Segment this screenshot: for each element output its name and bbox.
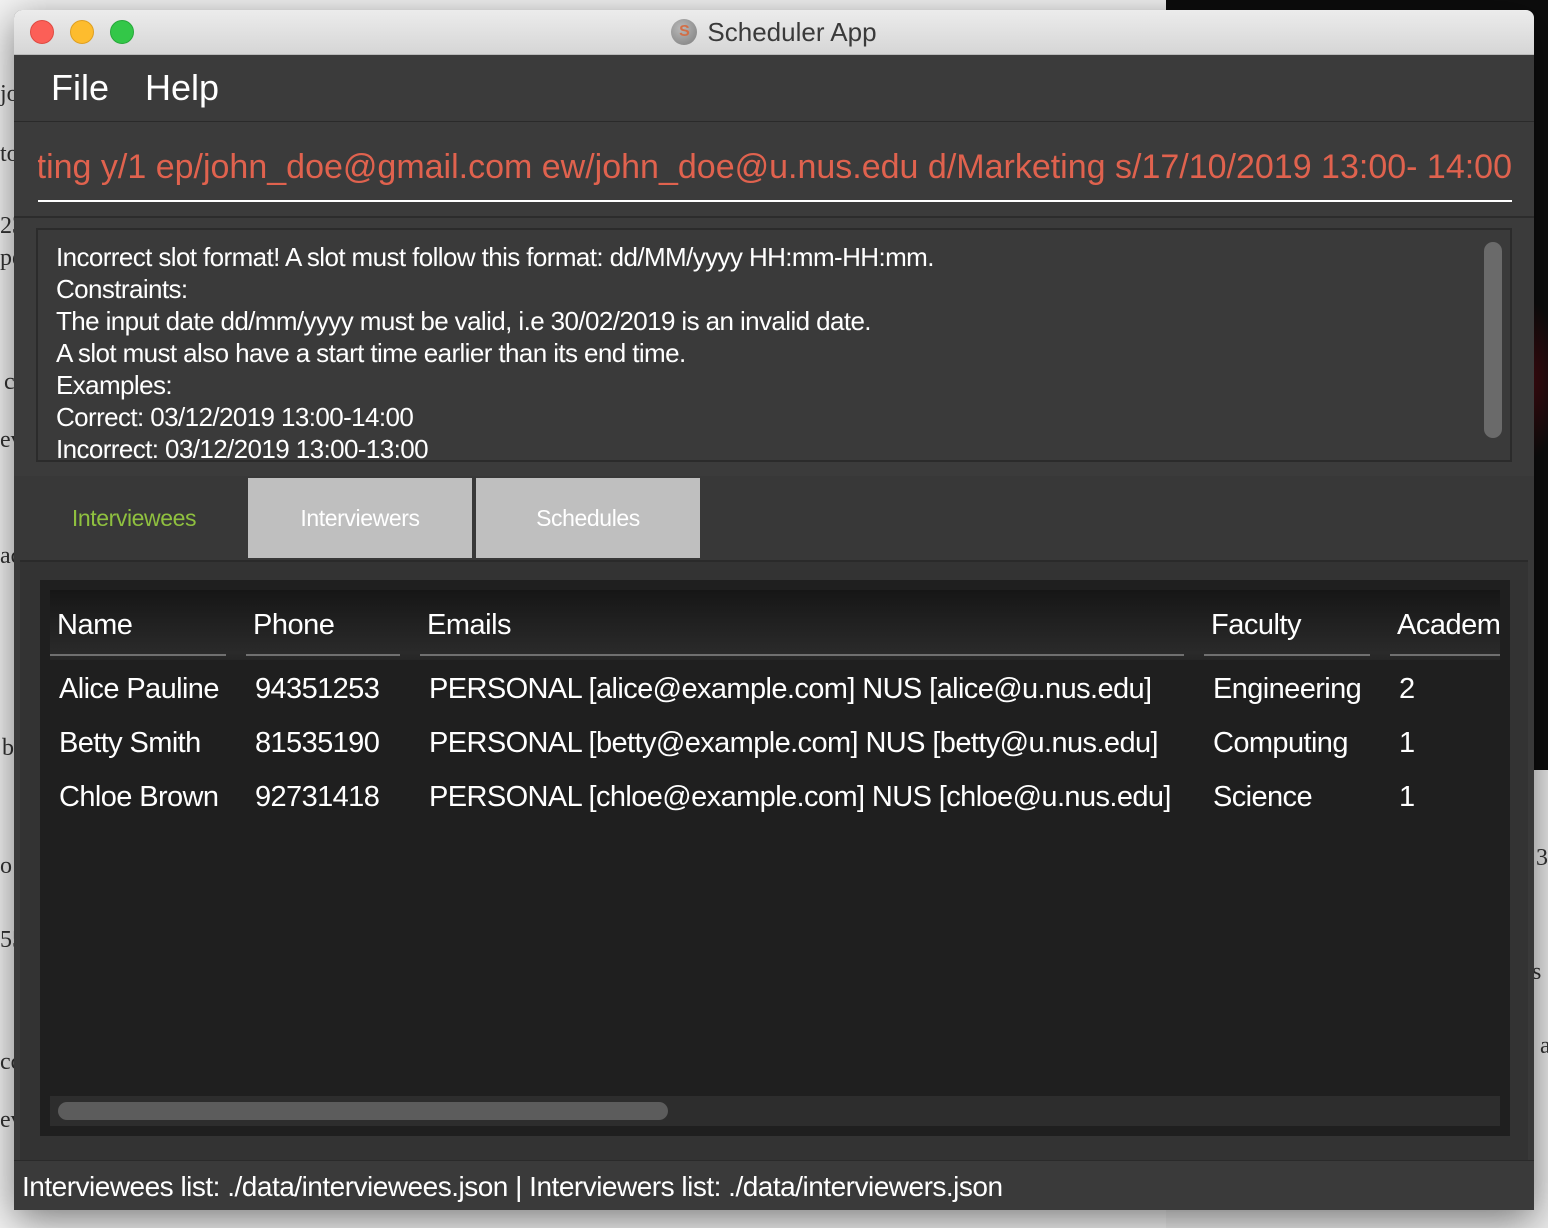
table-row[interactable]: Alice Pauline 94351253 PERSONAL [alice@e… bbox=[50, 662, 1500, 716]
title-bar[interactable]: S Scheduler App bbox=[14, 10, 1534, 55]
menu-file[interactable]: File bbox=[51, 67, 109, 109]
result-line: Incorrect slot format! A slot must follo… bbox=[56, 242, 934, 272]
bg-text-fragment: 3 bbox=[1536, 845, 1548, 871]
table-row[interactable]: Chloe Brown 92731418 PERSONAL [chloe@exa… bbox=[50, 770, 1500, 824]
result-line: Correct: 03/12/2019 13:00-14:00 bbox=[56, 402, 414, 432]
result-line: Constraints: bbox=[56, 274, 188, 304]
tab-bar: Interviewees Interviewers Schedules bbox=[14, 476, 1534, 560]
menu-bar: File Help bbox=[14, 55, 1534, 122]
result-line: A slot must also have a start time earli… bbox=[56, 338, 686, 368]
cell-phone: 81535190 bbox=[255, 727, 380, 759]
column-header-phone[interactable]: Phone bbox=[246, 590, 400, 656]
tab-schedules[interactable]: Schedules bbox=[476, 478, 700, 558]
cell-emails: PERSONAL [betty@example.com] NUS [betty@… bbox=[429, 727, 1159, 759]
command-input[interactable]: ting y/1 ep/john_doe@gmail.com ew/john_d… bbox=[38, 132, 1512, 202]
result-line: Examples: bbox=[56, 370, 173, 400]
cell-faculty: Science bbox=[1213, 781, 1313, 813]
tab-interviewers[interactable]: Interviewers bbox=[248, 478, 472, 558]
window-title: Scheduler App bbox=[707, 16, 877, 47]
column-header-academic-year[interactable]: Academ bbox=[1390, 590, 1500, 656]
command-input-text: ting y/1 ep/john_doe@gmail.com ew/john_d… bbox=[38, 148, 1512, 186]
cell-faculty: Computing bbox=[1213, 727, 1348, 759]
command-box-area: ting y/1 ep/john_doe@gmail.com ew/john_d… bbox=[14, 122, 1534, 218]
interviewees-table: Name Phone Emails Faculty Academ Alice P… bbox=[40, 580, 1510, 1136]
horizontal-scrollbar[interactable] bbox=[50, 1096, 1500, 1126]
interviewees-panel: Name Phone Emails Faculty Academ Alice P… bbox=[20, 560, 1528, 1160]
result-display[interactable]: Incorrect slot format! A slot must follo… bbox=[36, 228, 1512, 462]
app-icon: S bbox=[671, 19, 698, 45]
bg-text-fragment: b bbox=[2, 735, 14, 761]
cell-emails: PERSONAL [chloe@example.com] NUS [chloe@… bbox=[429, 781, 1171, 813]
cell-phone: 94351253 bbox=[255, 673, 380, 705]
cell-academic-year: 1 bbox=[1399, 727, 1415, 759]
column-header-name[interactable]: Name bbox=[50, 590, 226, 656]
result-display-area: Incorrect slot format! A slot must follo… bbox=[14, 218, 1534, 476]
cell-academic-year: 2 bbox=[1399, 673, 1415, 705]
title-group: S Scheduler App bbox=[14, 10, 1534, 54]
cell-emails: PERSONAL [alice@example.com] NUS [alice@… bbox=[429, 673, 1152, 705]
bg-text-fragment: o bbox=[0, 853, 12, 879]
column-header-emails[interactable]: Emails bbox=[420, 590, 1184, 656]
bg-text-fragment: a bbox=[1540, 1033, 1548, 1059]
app-window: S Scheduler App File Help ting y/1 ep/jo… bbox=[14, 10, 1534, 1210]
status-bar-text: Interviewees list: ./data/interviewees.j… bbox=[22, 1171, 1003, 1202]
menu-help[interactable]: Help bbox=[145, 67, 219, 109]
column-header-faculty[interactable]: Faculty bbox=[1204, 590, 1370, 656]
table-header: Name Phone Emails Faculty Academ bbox=[50, 590, 1500, 660]
cell-name: Alice Pauline bbox=[59, 673, 219, 705]
cell-faculty: Engineering bbox=[1213, 673, 1362, 705]
result-line: Incorrect: 03/12/2019 13:00-13:00 bbox=[56, 434, 429, 462]
result-line: The input date dd/mm/yyyy must be valid,… bbox=[56, 306, 872, 336]
horizontal-scroll-thumb[interactable] bbox=[58, 1102, 668, 1120]
tab-interviewees[interactable]: Interviewees bbox=[22, 478, 246, 558]
table-row[interactable]: Betty Smith 81535190 PERSONAL [betty@exa… bbox=[50, 716, 1500, 770]
result-scrollbar[interactable] bbox=[1484, 242, 1502, 438]
cell-name: Betty Smith bbox=[59, 727, 201, 759]
cell-name: Chloe Brown bbox=[59, 781, 219, 813]
cell-phone: 92731418 bbox=[255, 781, 380, 813]
status-bar: Interviewees list: ./data/interviewees.j… bbox=[14, 1160, 1534, 1210]
cell-academic-year: 1 bbox=[1399, 781, 1415, 813]
